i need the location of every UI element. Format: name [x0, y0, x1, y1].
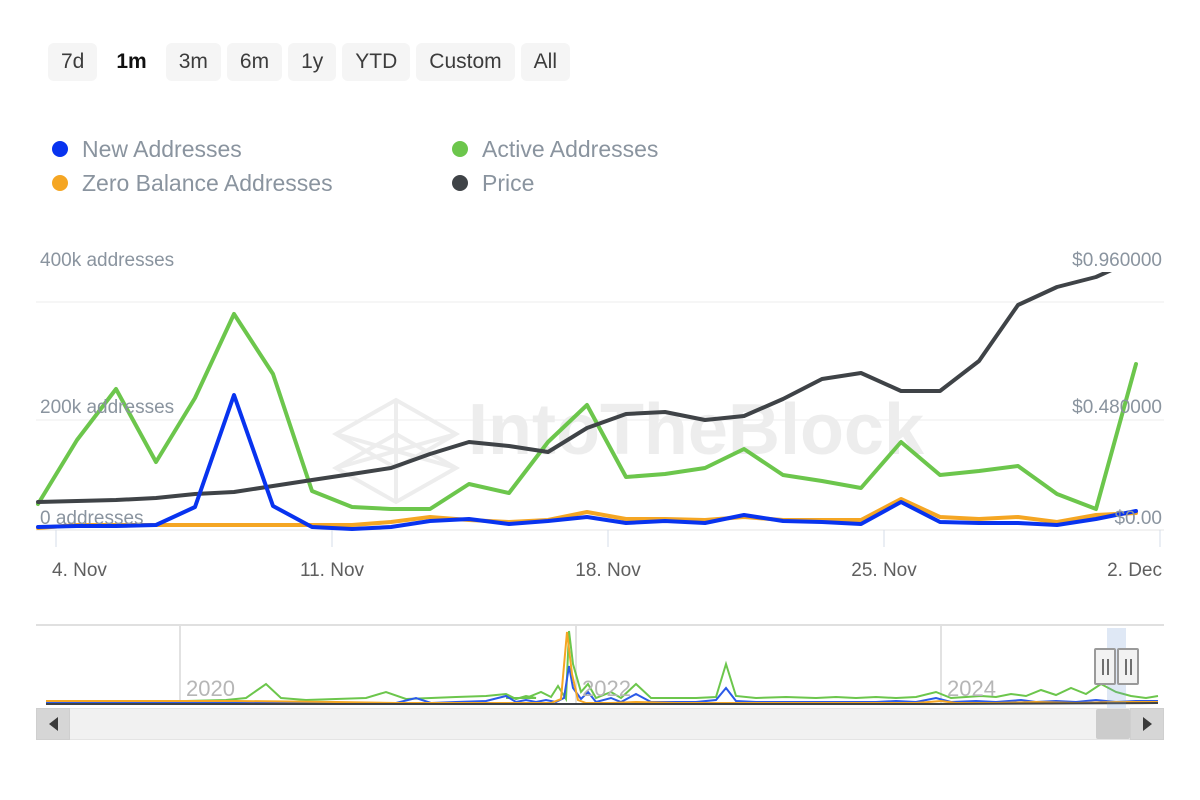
main-chart-plot[interactable]: IntoTheBlock 400k addresses 200k address… [36, 250, 1164, 547]
legend-label: Active Addresses [482, 135, 659, 162]
scrollbar-track[interactable] [70, 708, 1130, 740]
x-tick-label: 25. Nov [851, 560, 917, 581]
chart-legend: New Addresses Active Addresses Zero Bala… [52, 132, 812, 200]
scrollbar-thumb[interactable] [1096, 709, 1130, 739]
legend-item-active-addresses[interactable]: Active Addresses [452, 136, 812, 163]
navigator-series-active-addresses [46, 630, 1159, 703]
navigator-series-zero-balance-addresses [46, 631, 1158, 705]
navigator-handle-left[interactable] [1094, 648, 1116, 685]
range-tab-all[interactable]: All [520, 43, 570, 81]
x-tick-label: 2. Dec [1107, 560, 1162, 581]
range-tab-custom[interactable]: Custom [416, 43, 515, 81]
range-tab-3m[interactable]: 3m [165, 43, 221, 81]
chart-svg: IntoTheBlock [36, 272, 1164, 547]
legend-label: Zero Balance Addresses [82, 169, 333, 196]
legend-dot-icon [52, 175, 68, 191]
navigator-handle-right[interactable] [1117, 648, 1139, 685]
range-tab-6m[interactable]: 6m [226, 43, 283, 81]
time-range-tabs: 7d 1m 3m 6m 1y YTD Custom All [48, 43, 570, 81]
y-axis-label-top: 400k addresses [40, 250, 175, 271]
scroll-left-button[interactable] [36, 708, 70, 740]
legend-dot-icon [452, 141, 468, 157]
legend-item-new-addresses[interactable]: New Addresses [52, 136, 452, 163]
range-tab-1y[interactable]: 1y [288, 43, 337, 81]
x-axis: 4. Nov 11. Nov 18. Nov 25. Nov 2. Dec [36, 556, 1164, 588]
series-line-new-addresses [36, 393, 1138, 531]
legend-item-zero-balance-addresses[interactable]: Zero Balance Addresses [52, 170, 452, 197]
legend-dot-icon [452, 175, 468, 191]
triangle-right-icon [1142, 717, 1152, 731]
navigator-series-price [46, 702, 1159, 705]
series-line-price [36, 272, 1112, 504]
x-tick-label: 4. Nov [52, 560, 107, 581]
horizontal-scrollbar[interactable] [36, 708, 1164, 740]
x-tick-label: 11. Nov [299, 560, 365, 581]
range-tab-7d[interactable]: 7d [48, 43, 98, 81]
x-tick-label: 18. Nov [575, 560, 641, 581]
range-tab-1m[interactable]: 1m [103, 43, 160, 81]
scroll-right-button[interactable] [1130, 708, 1164, 740]
legend-label: Price [482, 169, 535, 196]
chart-page: 7d 1m 3m 6m 1y YTD Custom All New Addres… [0, 0, 1200, 800]
range-tab-ytd[interactable]: YTD [342, 43, 411, 81]
range-navigator[interactable]: 2020 2022 2024 [36, 624, 1164, 709]
legend-label: New Addresses [82, 135, 242, 162]
triangle-left-icon [48, 717, 58, 731]
legend-item-price[interactable]: Price [452, 170, 812, 197]
legend-dot-icon [52, 141, 68, 157]
navigator-svg [46, 626, 1159, 705]
y2-axis-label-top: $0.960000 [1072, 250, 1162, 271]
